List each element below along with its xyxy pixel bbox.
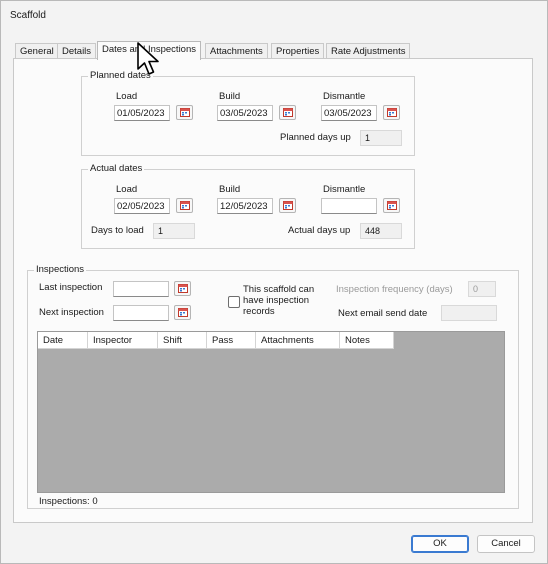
planned-dismantle-calendar-button[interactable] [383, 105, 400, 120]
window-title: Scaffold [10, 10, 46, 21]
can-have-records-checkbox[interactable] [228, 296, 240, 308]
next-inspection-label: Next inspection [39, 307, 104, 318]
column-header-notes[interactable]: Notes [340, 332, 394, 349]
can-have-records-label: This scaffold can have inspection record… [243, 284, 315, 317]
inspection-frequency-label: Inspection frequency (days) [336, 284, 453, 295]
planned-load-label: Load [116, 91, 138, 102]
tab-properties[interactable]: Properties [271, 43, 325, 59]
calendar-icon [283, 108, 293, 117]
ok-button[interactable]: OK [411, 535, 469, 553]
calendar-icon [387, 108, 397, 117]
actual-build-field[interactable]: 12/05/2023 [217, 198, 273, 214]
actual-dates-legend: Actual dates [88, 163, 145, 174]
tab-rate-adjustments[interactable]: Rate Adjustments [326, 43, 411, 59]
mouse-cursor-icon [137, 42, 159, 75]
last-inspection-field[interactable] [113, 281, 169, 297]
actual-load-label: Load [116, 184, 138, 195]
planned-dismantle-label: Dismantle [323, 91, 366, 102]
column-header-shift[interactable]: Shift [158, 332, 207, 349]
calendar-icon [387, 201, 397, 210]
last-inspection-calendar-button[interactable] [174, 281, 191, 296]
actual-days-up-value: 448 [360, 223, 402, 239]
tab-general[interactable]: General [15, 43, 59, 59]
planned-build-calendar-button[interactable] [279, 105, 296, 120]
actual-dates-group: Actual dates Load 02/05/2023 Build 12/05… [81, 163, 415, 249]
days-to-load-value: 1 [153, 223, 195, 239]
next-email-send-date-field [441, 305, 497, 321]
days-to-load-label: Days to load [91, 225, 144, 236]
inspections-grid-header: Date Inspector Shift Pass Attachments No… [38, 332, 394, 349]
planned-build-label: Build [219, 91, 241, 102]
actual-days-up-label: Actual days up [288, 225, 351, 236]
cancel-button[interactable]: Cancel [477, 535, 535, 553]
inspections-group: Inspections Last inspection Next inspect… [27, 264, 519, 509]
planned-dates-group: Planned dates Load 01/05/2023 Build 03/0… [81, 70, 415, 156]
planned-days-up-value: 1 [360, 130, 402, 146]
planned-load-calendar-button[interactable] [176, 105, 193, 120]
inspection-frequency-field[interactable]: 0 [468, 281, 496, 297]
column-header-pass[interactable]: Pass [207, 332, 256, 349]
actual-build-label: Build [219, 184, 241, 195]
actual-dismantle-calendar-button[interactable] [383, 198, 400, 213]
next-inspection-field[interactable] [113, 305, 169, 321]
inspections-grid[interactable]: Date Inspector Shift Pass Attachments No… [37, 331, 505, 493]
actual-load-field[interactable]: 02/05/2023 [114, 198, 170, 214]
actual-load-calendar-button[interactable] [176, 198, 193, 213]
actual-build-calendar-button[interactable] [279, 198, 296, 213]
planned-build-field[interactable]: 03/05/2023 [217, 105, 273, 121]
scaffold-dialog: Scaffold General Details Dates and Inspe… [0, 0, 548, 564]
last-inspection-label: Last inspection [39, 282, 103, 293]
calendar-icon [180, 108, 190, 117]
calendar-icon [178, 284, 188, 293]
tab-attachments[interactable]: Attachments [205, 43, 268, 59]
calendar-icon [180, 201, 190, 210]
calendar-icon [178, 308, 188, 317]
tab-panel: Planned dates Load 01/05/2023 Build 03/0… [13, 58, 533, 523]
next-inspection-calendar-button[interactable] [174, 305, 191, 320]
column-header-date[interactable]: Date [38, 332, 88, 349]
planned-dismantle-field[interactable]: 03/05/2023 [321, 105, 377, 121]
inspections-count: Inspections: 0 [39, 496, 98, 507]
title-bar: Scaffold [1, 1, 547, 31]
calendar-icon [283, 201, 293, 210]
column-header-attachments[interactable]: Attachments [256, 332, 340, 349]
next-email-send-date-label: Next email send date [338, 308, 428, 319]
column-header-inspector[interactable]: Inspector [88, 332, 158, 349]
actual-dismantle-label: Dismantle [323, 184, 366, 195]
actual-dismantle-field[interactable] [321, 198, 377, 214]
planned-load-field[interactable]: 01/05/2023 [114, 105, 170, 121]
tab-details[interactable]: Details [57, 43, 97, 59]
inspections-legend: Inspections [34, 264, 87, 275]
planned-days-up-label: Planned days up [280, 132, 351, 143]
